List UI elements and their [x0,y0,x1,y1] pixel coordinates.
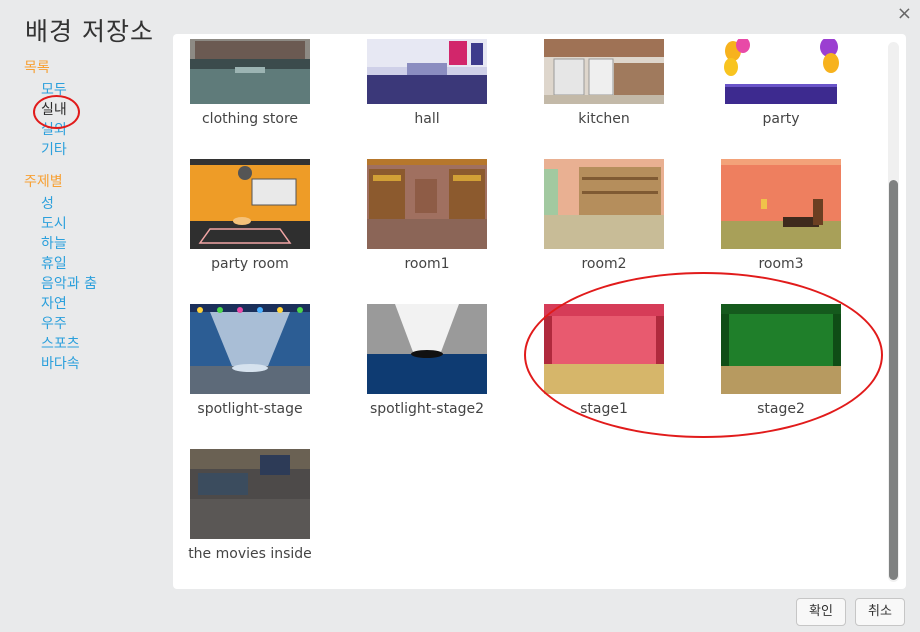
backdrop-tile-party[interactable]: party [704,34,864,154]
backdrop-thumbnail [190,159,310,249]
category-item-other[interactable]: 기타 [24,140,164,160]
backdrop-label: hall [414,111,440,127]
dialog-footer: 확인 취소 [0,590,920,632]
backdrop-label: spotlight-stage2 [369,401,485,417]
backdrop-label: clothing store [201,111,299,127]
theme-item-castle[interactable]: 성 [24,194,164,214]
backdrop-label: party room [211,256,289,272]
cancel-button[interactable]: 취소 [855,598,905,626]
backdrop-thumbnail [544,159,664,249]
backdrop-thumbnail [721,304,841,394]
category-item-all[interactable]: 모두 [24,80,164,100]
close-icon[interactable]: × [897,3,912,24]
ok-button[interactable]: 확인 [796,598,846,626]
backdrop-label: spotlight-stage [197,401,303,417]
backdrop-grid-panel: clothing store hall kitchen party party … [173,34,906,589]
category-heading: 목록 [24,60,50,76]
theme-item-sports[interactable]: 스포츠 [24,334,164,354]
backdrop-thumbnail [367,39,487,104]
backdrop-tile-stage1[interactable]: stage1 [527,299,687,419]
backdrop-tile-kitchen[interactable]: kitchen [527,34,687,154]
backdrop-thumbnail [190,304,310,394]
backdrop-thumbnail [190,39,310,104]
backdrop-label: room2 [581,256,627,272]
backdrop-label: room3 [758,256,804,272]
backdrop-tile-hall[interactable]: hall [350,34,510,154]
backdrop-tile-room1[interactable]: room1 [350,154,510,274]
backdrop-tile-the-movies-inside[interactable]: the movies inside [173,444,333,564]
backdrop-thumbnail [367,304,487,394]
theme-item-nature[interactable]: 자연 [24,294,164,314]
category-sidebar: 목록 모두 실내 실외 기타 주제별 성 도시 하늘 휴일 음악과 춤 자연 우… [24,58,164,374]
theme-heading: 주제별 [24,174,63,190]
backdrop-label: kitchen [578,111,630,127]
backdrop-tile-party-room[interactable]: party room [173,154,333,274]
scrollbar-thumb[interactable] [889,180,898,580]
backdrop-grid-scrollbar[interactable] [888,42,899,582]
backdrop-thumbnail [721,39,841,104]
backdrop-thumbnail [721,159,841,249]
theme-item-city[interactable]: 도시 [24,214,164,234]
backdrop-label: stage2 [757,401,805,417]
backdrop-label: stage1 [580,401,628,417]
theme-item-holiday[interactable]: 휴일 [24,254,164,274]
backdrop-thumbnail [190,449,310,539]
backdrop-tile-room3[interactable]: room3 [704,154,864,274]
theme-item-flying[interactable]: 하늘 [24,234,164,254]
category-item-indoors[interactable]: 실내 [24,100,164,120]
backdrop-library-dialog: 배경 저장소 × 목록 모두 실내 실외 기타 주제별 성 도시 하늘 휴일 음… [0,0,920,632]
backdrop-tile-clothing-store[interactable]: clothing store [173,34,333,154]
backdrop-thumbnail [544,39,664,104]
theme-item-space[interactable]: 우주 [24,314,164,334]
backdrop-tile-room2[interactable]: room2 [527,154,687,274]
category-item-outdoors[interactable]: 실외 [24,120,164,140]
backdrop-tile-spotlight-stage2[interactable]: spotlight-stage2 [350,299,510,419]
backdrop-label: party [762,111,800,127]
backdrop-tile-spotlight-stage[interactable]: spotlight-stage [173,299,333,419]
backdrop-label: room1 [404,256,450,272]
dialog-title: 배경 저장소 [25,17,154,46]
backdrop-grid: clothing store hall kitchen party party … [173,34,893,589]
theme-item-underwater[interactable]: 바다속 [24,354,164,374]
backdrop-tile-stage2[interactable]: stage2 [704,299,864,419]
backdrop-thumbnail [367,159,487,249]
backdrop-thumbnail [544,304,664,394]
theme-item-music-dance[interactable]: 음악과 춤 [24,274,164,294]
backdrop-label: the movies inside [188,546,312,562]
